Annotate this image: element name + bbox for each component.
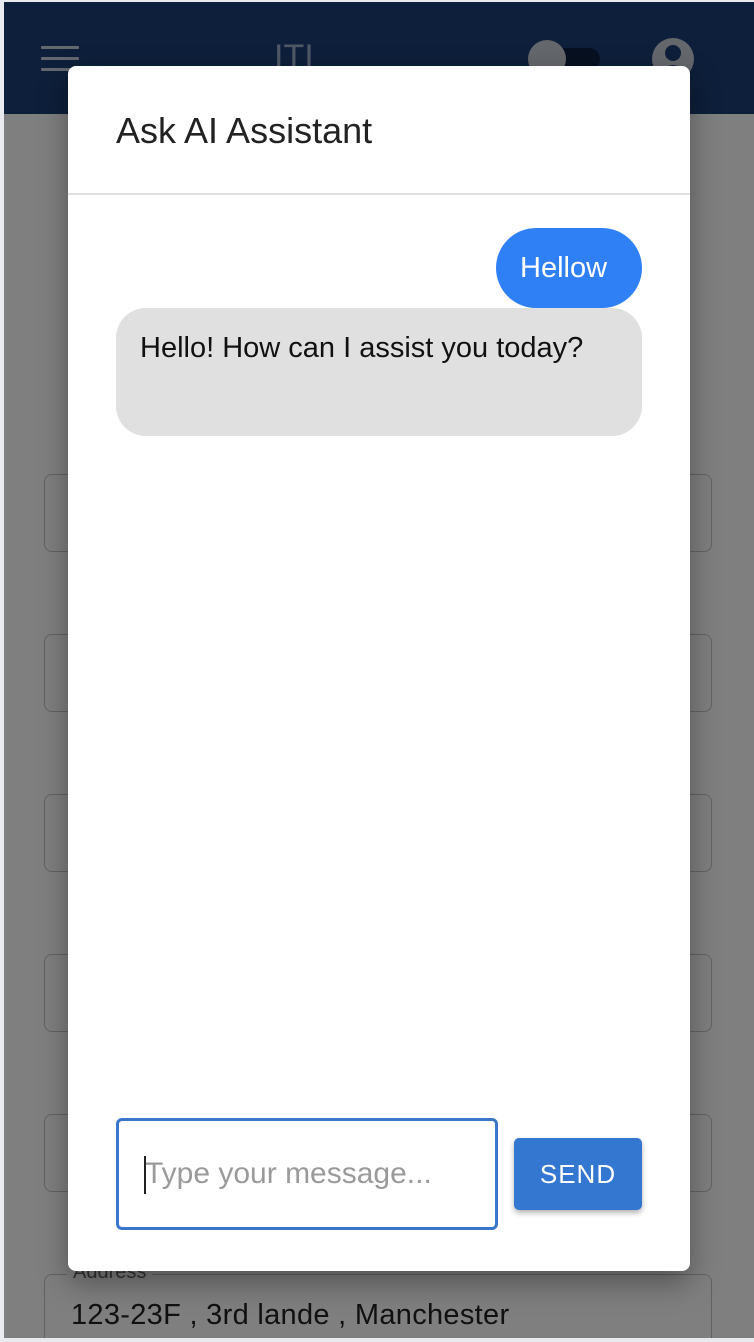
text-caret	[144, 1156, 146, 1194]
app-frame: ITI Address 123-23F , 3rd lande , Manche…	[4, 2, 754, 1338]
assistant-message: Hello! How can I assist you today?	[116, 308, 642, 436]
dialog-divider	[68, 193, 690, 195]
dialog-title: Ask AI Assistant	[116, 110, 373, 151]
user-message: Hellow	[496, 228, 642, 308]
send-button[interactable]: SEND	[514, 1138, 642, 1210]
ai-assistant-dialog: Ask AI Assistant Hellow Hello! How can I…	[68, 66, 690, 1271]
message-input[interactable]	[116, 1118, 498, 1230]
